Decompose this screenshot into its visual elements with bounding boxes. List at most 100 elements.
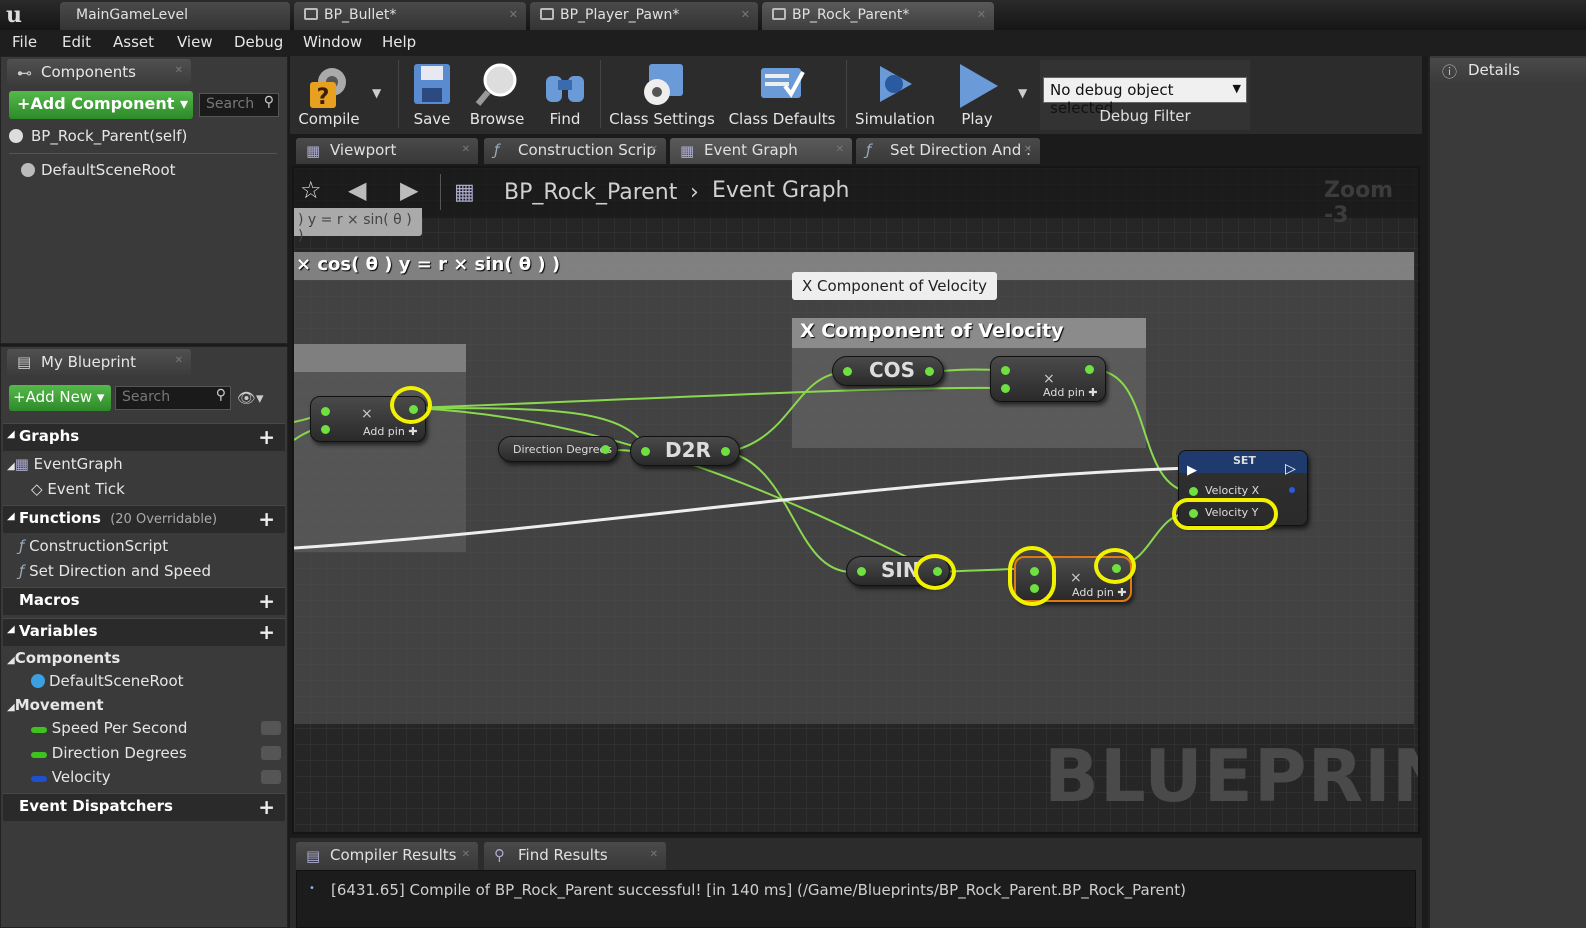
doc-tab-bp-rock-parent[interactable]: BP_Rock_Parent* ✕ <box>762 2 994 30</box>
cos-node[interactable]: COS <box>832 356 944 386</box>
tree-event-graph[interactable]: ◢▦ EventGraph <box>7 455 123 473</box>
close-icon[interactable]: ✕ <box>509 8 518 21</box>
compile-options-arrow-icon[interactable]: ▼ <box>372 86 381 100</box>
tab-event-graph-label: Event Graph <box>704 141 798 159</box>
close-icon[interactable]: ✕ <box>175 65 183 76</box>
input-pin[interactable] <box>641 447 650 456</box>
output-pin[interactable] <box>601 445 610 454</box>
section-event-dispatchers[interactable]: Event Dispatchers + <box>3 793 285 821</box>
add-new-button[interactable]: +Add New ▾ <box>9 385 111 411</box>
output-pin[interactable] <box>1085 365 1094 374</box>
tree-function-construction-script[interactable]: ƒ ConstructionScript <box>19 537 168 555</box>
var-velocity[interactable]: Velocity <box>31 768 281 786</box>
tab-find-results[interactable]: ⚲ Find Results ✕ <box>484 842 666 870</box>
close-icon[interactable]: ✕ <box>462 144 470 155</box>
view-options-eye-icon[interactable]: 👁▾ <box>237 389 264 407</box>
debug-object-select[interactable]: No debug object selected ▼ <box>1043 77 1247 117</box>
play-options-arrow-icon[interactable]: ▼ <box>1018 86 1027 100</box>
tree-default-scene-root-var[interactable]: DefaultSceneRoot <box>31 672 184 690</box>
add-variable-plus-icon[interactable]: + <box>258 620 275 644</box>
tab-compiler-results[interactable]: ▤ Compiler Results ✕ <box>296 842 478 870</box>
compile-button[interactable]: ? Compile <box>296 58 362 130</box>
visibility-eye-icon[interactable] <box>261 746 281 760</box>
my-blueprint-search-input[interactable]: Search ⚲ <box>115 386 231 410</box>
add-pin-label: Add pin <box>1072 586 1114 599</box>
tree-movement-category[interactable]: ◢Movement <box>7 696 104 714</box>
add-graph-plus-icon[interactable]: + <box>258 425 275 449</box>
close-icon[interactable]: ✕ <box>175 355 183 366</box>
doc-tab-bp-player-pawn[interactable]: BP_Player_Pawn* ✕ <box>530 2 758 30</box>
save-button[interactable]: Save <box>404 58 460 130</box>
close-icon[interactable]: ✕ <box>741 8 750 21</box>
section-functions[interactable]: ◢ Functions (20 Overridable) + <box>3 505 285 533</box>
exec-in-icon[interactable]: ▶ <box>1187 463 1197 478</box>
menu-edit[interactable]: Edit <box>62 33 91 51</box>
close-icon[interactable]: ✕ <box>836 144 844 155</box>
direction-degrees-getter-node[interactable]: Direction Degrees <box>498 436 618 462</box>
add-function-plus-icon[interactable]: + <box>258 507 275 531</box>
tab-set-direction-and-speed[interactable]: ƒ Set Direction And : ✕ <box>856 138 1040 164</box>
close-icon[interactable]: ✕ <box>1024 144 1032 155</box>
browse-button[interactable]: Browse <box>466 58 528 130</box>
input-pin[interactable] <box>857 567 866 576</box>
add-pin-button[interactable]: Add pin ✚ <box>1043 386 1098 399</box>
tab-viewport[interactable]: ▦ Viewport ✕ <box>296 138 478 164</box>
d2r-node[interactable]: D2R <box>630 436 740 466</box>
tree-function-set-direction[interactable]: ƒ Set Direction and Speed <box>19 562 211 580</box>
velocity-x-pin[interactable] <box>1189 487 1198 496</box>
close-icon[interactable]: ✕ <box>650 849 658 860</box>
menu-debug[interactable]: Debug <box>234 33 283 51</box>
menu-file[interactable]: File <box>12 33 37 51</box>
menu-help[interactable]: Help <box>382 33 416 51</box>
play-button[interactable]: Play <box>944 58 1010 130</box>
close-icon[interactable]: ✕ <box>977 8 986 21</box>
tab-my-blueprint[interactable]: ▤ My Blueprint ✕ <box>7 349 191 375</box>
component-default-scene-root[interactable]: DefaultSceneRoot <box>21 161 176 179</box>
tab-event-graph[interactable]: ▦ Event Graph ✕ <box>670 138 852 164</box>
exec-out-icon[interactable]: ▷ <box>1285 461 1296 477</box>
class-settings-button[interactable]: Class Settings <box>604 58 720 130</box>
add-dispatcher-plus-icon[interactable]: + <box>258 795 275 819</box>
menu-window[interactable]: Window <box>303 33 362 51</box>
input-pin-b[interactable] <box>1001 384 1010 393</box>
visibility-eye-icon[interactable] <box>261 721 281 735</box>
close-icon[interactable]: ✕ <box>650 144 658 155</box>
tree-components-category[interactable]: ◢Components <box>7 649 120 667</box>
component-self[interactable]: BP_Rock_Parent(self) <box>9 127 187 145</box>
input-pin[interactable] <box>843 367 852 376</box>
add-macro-plus-icon[interactable]: + <box>258 589 275 613</box>
tab-construction-script[interactable]: ƒ Construction Scrip ✕ <box>484 138 666 164</box>
blueprint-graph-canvas[interactable]: ☆ ◀ ▶ ▦ BP_Rock_Parent › Event Graph Zoo… <box>292 166 1420 834</box>
doc-tab-bp-bullet[interactable]: BP_Bullet* ✕ <box>294 2 526 30</box>
add-pin-button[interactable]: Add pin ✚ <box>1072 586 1127 599</box>
find-button[interactable]: Find <box>536 58 594 130</box>
visibility-eye-icon[interactable] <box>261 770 281 784</box>
var-speed-per-second[interactable]: Speed Per Second <box>31 719 281 737</box>
tab-components[interactable]: ⊷ Components ✕ <box>7 59 191 85</box>
section-variables[interactable]: ◢ Variables + <box>3 618 285 646</box>
section-graphs[interactable]: ◢ Graphs + <box>3 423 285 451</box>
add-component-button[interactable]: +Add Component ▾ <box>9 91 193 119</box>
add-pin-button[interactable]: Add pin ✚ <box>363 425 418 438</box>
collapse-arrow-icon: ◢ <box>7 511 15 522</box>
output-pin[interactable] <box>925 367 934 376</box>
input-pin-b[interactable] <box>321 425 330 434</box>
var-label: Direction Degrees <box>51 744 187 762</box>
input-pin-a[interactable] <box>321 407 330 416</box>
simulation-button[interactable]: Simulation <box>852 58 938 130</box>
input-pin-a[interactable] <box>1001 366 1010 375</box>
velocity-output-pin[interactable] <box>1289 487 1295 493</box>
var-direction-degrees[interactable]: Direction Degrees <box>31 744 281 762</box>
tab-details[interactable]: ⓘ Details <box>1430 58 1586 84</box>
close-icon[interactable]: ✕ <box>462 849 470 860</box>
components-search-input[interactable]: Search ⚲ <box>199 93 279 117</box>
menu-asset[interactable]: Asset <box>113 33 154 51</box>
components-panel: ⊷ Components ✕ +Add Component ▾ Search ⚲… <box>0 56 288 344</box>
class-defaults-button[interactable]: Class Defaults <box>724 58 840 130</box>
doc-tab-main-game-level[interactable]: MainGameLevel <box>60 2 290 30</box>
tree-event-tick[interactable]: ◇ Event Tick <box>31 480 125 498</box>
multiply-node-x[interactable]: × Add pin ✚ <box>990 356 1106 402</box>
output-pin[interactable] <box>721 447 730 456</box>
menu-view[interactable]: View <box>177 33 213 51</box>
section-macros[interactable]: Macros + <box>3 587 285 615</box>
